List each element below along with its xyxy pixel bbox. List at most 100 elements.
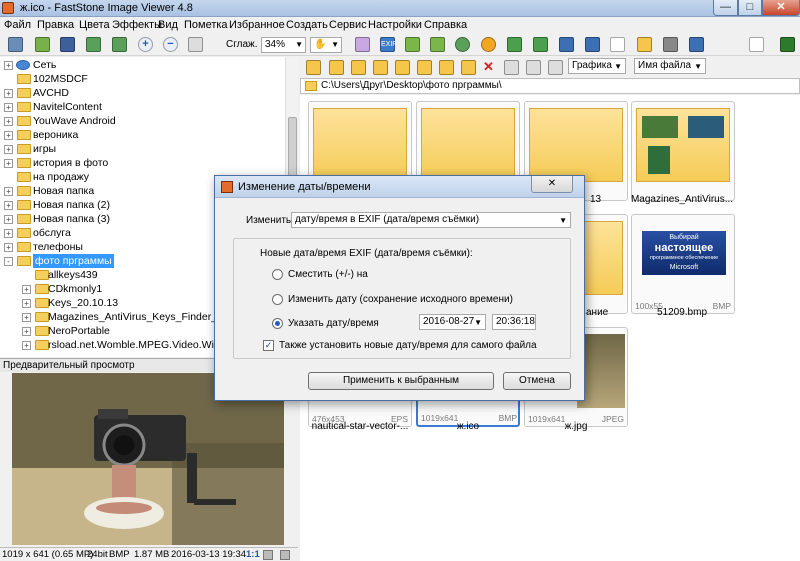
also-set-file-checkbox[interactable]: ✓ <box>263 340 274 351</box>
flip-icon[interactable] <box>559 37 574 52</box>
close-button[interactable]: ✕ <box>762 0 800 16</box>
menu-effects[interactable]: Эффекты <box>112 19 162 31</box>
date-picker[interactable]: 2016-08-27 ▼ <box>419 314 486 330</box>
print-icon[interactable] <box>663 37 678 52</box>
next-icon[interactable] <box>112 37 127 52</box>
zoom-in-icon[interactable]: + <box>138 37 153 52</box>
draw-icon[interactable] <box>610 37 625 52</box>
also-set-file-label[interactable]: Также установить новые дату/время для са… <box>279 340 537 351</box>
path-bar[interactable]: C:\Users\Друг\Desktop\фото прграммы\ <box>300 78 800 94</box>
menu-view[interactable]: Вид <box>158 19 178 31</box>
expand-icon[interactable]: + <box>22 299 31 308</box>
expand-icon[interactable]: + <box>4 131 13 140</box>
open-folder-icon[interactable] <box>35 37 50 52</box>
tree-item[interactable]: + NavitelContent <box>0 100 285 114</box>
email-icon[interactable] <box>637 37 652 52</box>
copy-folder-icon[interactable] <box>417 60 432 75</box>
tree-item[interactable]: + YouWave Android <box>0 114 285 128</box>
expand-icon[interactable]: + <box>22 327 31 336</box>
tree-item[interactable]: 102MSDCF <box>0 72 285 86</box>
tree-item[interactable]: + история в фото <box>0 156 285 170</box>
change-date-radio[interactable] <box>272 294 283 305</box>
menu-edit[interactable]: Правка <box>37 19 74 31</box>
layout-icon[interactable] <box>749 37 764 52</box>
hand-tool-select[interactable]: ✋ ▼ <box>310 37 342 53</box>
fit-icon[interactable] <box>263 550 273 560</box>
folder-thumb[interactable] <box>631 101 735 201</box>
tree-item[interactable]: + вероника <box>0 128 285 142</box>
collapse-icon[interactable]: - <box>4 257 13 266</box>
scrollbar-thumb[interactable] <box>288 117 297 177</box>
new-folder-icon[interactable] <box>373 60 388 75</box>
set-datetime-label[interactable]: Указать дату/время <box>288 318 379 329</box>
move-folder-icon[interactable] <box>439 60 454 75</box>
expand-icon[interactable]: + <box>4 117 13 126</box>
expand-icon[interactable]: + <box>4 243 13 252</box>
rotate-right-icon[interactable] <box>533 37 548 52</box>
refresh-folder-icon[interactable] <box>461 60 476 75</box>
details-view-icon[interactable] <box>548 60 563 75</box>
save-icon[interactable] <box>60 37 75 52</box>
expand-icon[interactable]: + <box>4 201 13 210</box>
list-view-icon[interactable] <box>526 60 541 75</box>
apply-button[interactable]: Применить к выбранным <box>308 372 494 390</box>
expand-icon[interactable]: + <box>4 89 13 98</box>
sort-select[interactable]: Имя файла ▼ <box>634 58 706 74</box>
expand-icon[interactable]: + <box>4 103 13 112</box>
resize-icon[interactable] <box>585 37 600 52</box>
dialog-close-button[interactable]: ✕ <box>531 176 573 193</box>
menu-mark[interactable]: Пометка <box>184 19 228 31</box>
compare-icon[interactable] <box>405 37 420 52</box>
set-datetime-radio[interactable] <box>272 318 283 329</box>
menu-help[interactable]: Справка <box>424 19 467 31</box>
expand-icon[interactable]: + <box>22 285 31 294</box>
expand-icon[interactable]: + <box>4 215 13 224</box>
effects-icon[interactable] <box>481 37 496 52</box>
menu-settings[interactable]: Настройки <box>368 19 422 31</box>
folder-forward-icon[interactable] <box>351 60 366 75</box>
expand-icon[interactable]: + <box>22 341 31 350</box>
image-thumb[interactable]: Выбирай настоящее программное обеспечени… <box>631 214 735 314</box>
grid-icon[interactable] <box>430 37 445 52</box>
expand-icon[interactable]: + <box>4 229 13 238</box>
menu-file[interactable]: Файл <box>4 19 31 31</box>
expand-icon[interactable]: + <box>4 159 13 168</box>
delete-icon[interactable]: ✕ <box>483 59 494 75</box>
zoom-select[interactable]: 34% ▼ <box>261 37 306 53</box>
fullscreen-icon[interactable] <box>780 37 795 52</box>
fit-icon[interactable] <box>188 37 203 52</box>
rotate-left-icon[interactable] <box>507 37 522 52</box>
menu-create[interactable]: Создать <box>286 19 328 31</box>
shift-radio[interactable] <box>272 269 283 280</box>
expand-icon[interactable]: + <box>4 145 13 154</box>
folder-up-icon[interactable] <box>306 60 321 75</box>
expand-icon[interactable]: + <box>4 187 13 196</box>
slideshow-icon[interactable] <box>689 37 704 52</box>
expand-icon[interactable]: + <box>22 313 31 322</box>
prev-icon[interactable] <box>86 37 101 52</box>
status-ratio[interactable]: 1:1 <box>246 548 260 561</box>
menu-tools[interactable]: Сервис <box>329 19 367 31</box>
user-icon[interactable] <box>455 37 470 52</box>
change-date-label[interactable]: Изменить дату (сохранение исходного врем… <box>288 294 513 305</box>
tree-item[interactable]: + игры <box>0 142 285 156</box>
favorites-folder-icon[interactable] <box>395 60 410 75</box>
zoom-out-icon[interactable]: − <box>163 37 178 52</box>
tree-item[interactable]: + Сеть <box>0 58 285 72</box>
exif-icon[interactable]: EXIF <box>380 37 397 52</box>
acquire-icon[interactable] <box>8 37 23 52</box>
menu-favorites[interactable]: Избранное <box>229 19 285 31</box>
shift-label[interactable]: Сместить (+/-) на <box>288 269 368 280</box>
expand-icon[interactable]: + <box>4 61 13 70</box>
tree-item[interactable]: + AVCHD <box>0 86 285 100</box>
menu-colors[interactable]: Цвета <box>79 19 110 31</box>
rotate-icon[interactable] <box>355 37 370 52</box>
time-input[interactable]: 20:36:18 <box>492 314 536 330</box>
folder-back-icon[interactable] <box>329 60 344 75</box>
cancel-button[interactable]: Отмена <box>503 372 571 390</box>
fullscreen-icon[interactable] <box>280 550 290 560</box>
thumbs-view-icon[interactable] <box>504 60 519 75</box>
maximize-button[interactable]: □ <box>738 0 762 16</box>
app-icon[interactable] <box>2 2 14 14</box>
minimize-button[interactable]: — <box>713 0 738 16</box>
